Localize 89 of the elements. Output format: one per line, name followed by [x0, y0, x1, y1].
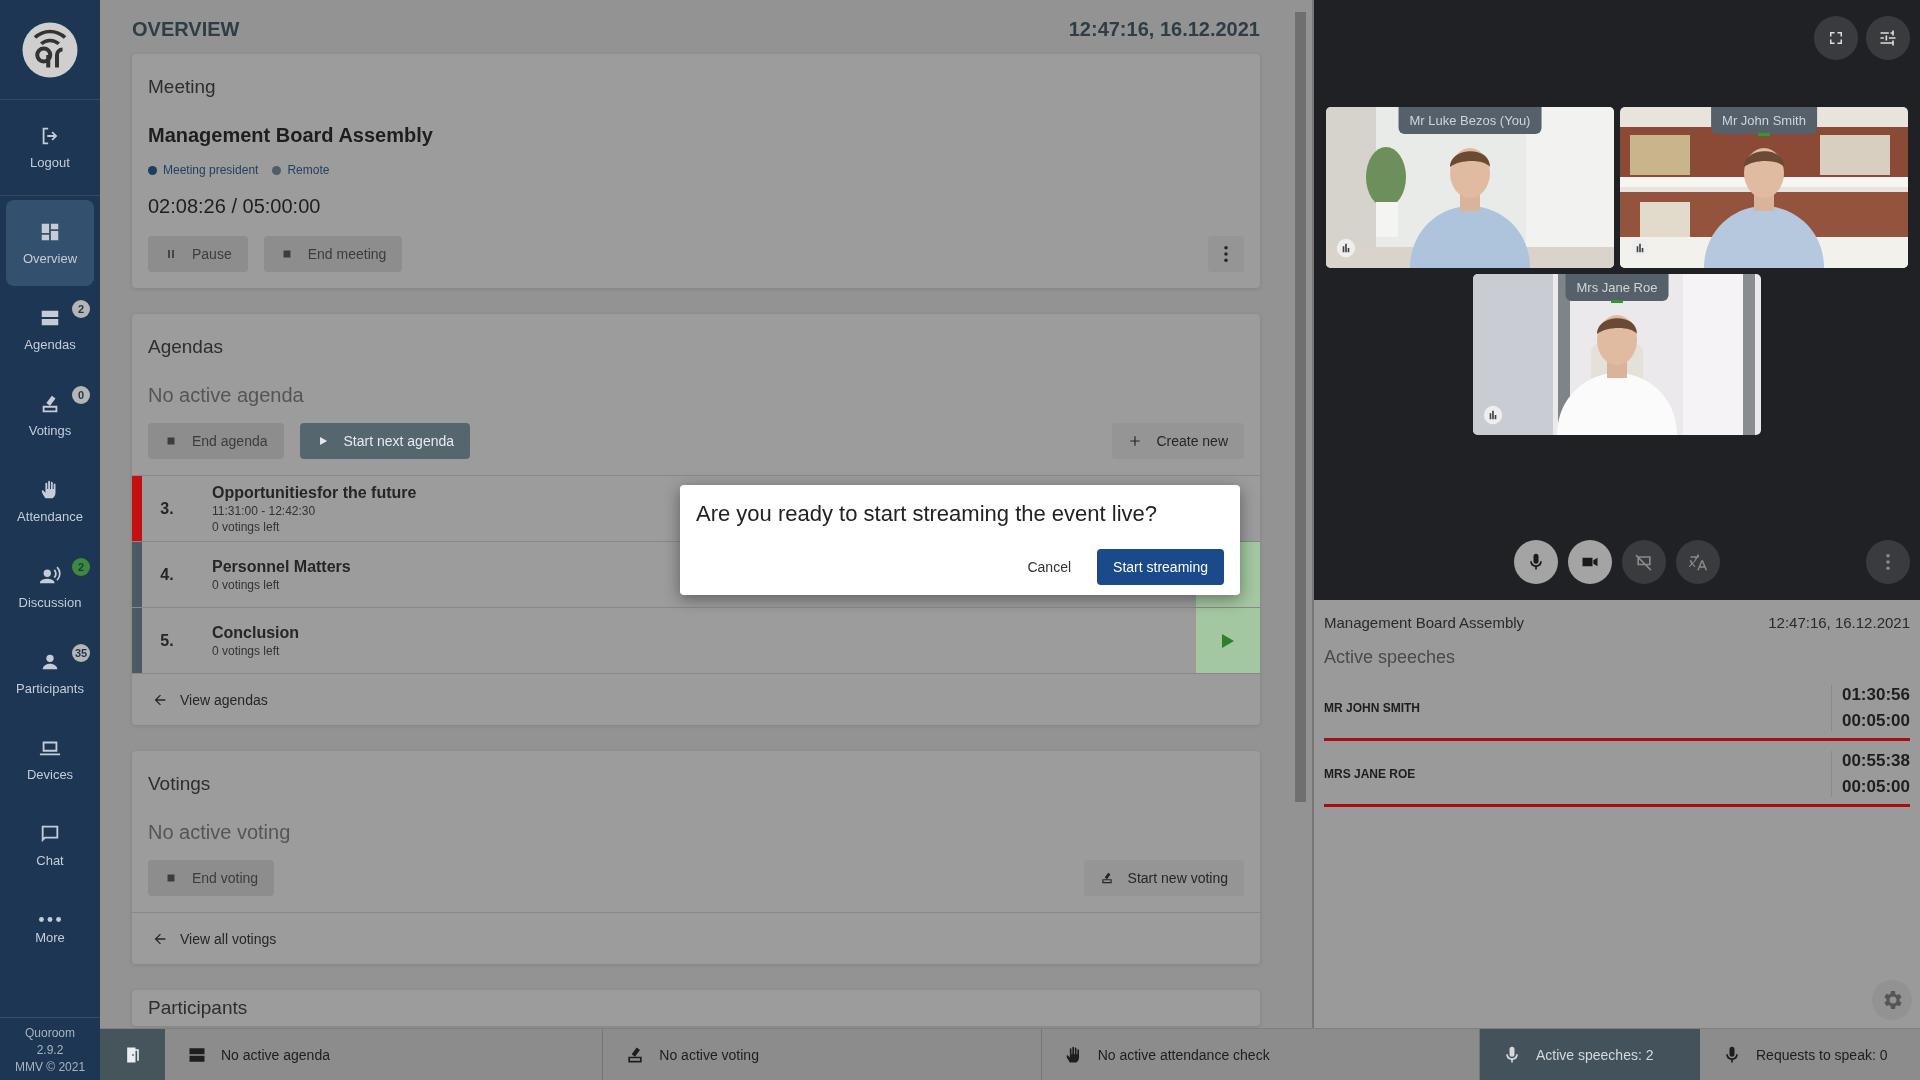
nav-item[interactable]: Discussion 2 — [6, 544, 94, 630]
call-control-button[interactable] — [1514, 540, 1558, 584]
button: End meeting — [263, 236, 403, 272]
card-heading: Meeting — [148, 76, 217, 98]
card-heading: Participants — [148, 997, 249, 1019]
participant-name: Mr Luke Bezos (You) — [1398, 107, 1542, 134]
votings-left: 0 votings left — [212, 577, 280, 592]
section-heading: Active speeches — [1324, 647, 1457, 668]
agenda-row[interactable]: 5. Conclusion 0 votings left — [132, 607, 1260, 673]
date-time: 12:47:16, 16.12.2021 — [1068, 17, 1260, 41]
elapsed-time: 01:30:56 — [1841, 685, 1910, 705]
votings-left: 0 votings left — [212, 519, 280, 534]
card-heading: Votings — [148, 773, 212, 795]
count-badge: 2 — [72, 300, 90, 318]
call-control-button[interactable] — [1676, 540, 1720, 584]
screen-share-off-icon — [1634, 552, 1654, 572]
more-icon — [1224, 246, 1228, 262]
ballot-icon — [1099, 871, 1114, 885]
button: End voting — [148, 860, 275, 896]
exit-button[interactable] — [100, 1029, 165, 1080]
status-item[interactable]: No active agenda — [165, 1029, 604, 1080]
call-control-button[interactable] — [1568, 540, 1612, 584]
button[interactable]: Create new — [1112, 423, 1244, 459]
status-text: No active voting — [148, 821, 292, 844]
role-label: Remote — [287, 163, 330, 177]
nav-item[interactable]: Overview — [6, 200, 94, 286]
meeting-timer: 02:08:26 / 05:00:00 — [148, 195, 322, 218]
version-text: Quoroom — [25, 1026, 75, 1040]
agenda-time: 11:31:00 - 12:42:30 — [212, 503, 316, 518]
play-icon — [1222, 633, 1234, 648]
speaker-name: MR JOHN SMITH — [1324, 701, 1421, 715]
nav-item[interactable]: Attendance — [6, 458, 94, 544]
fullscreen-button[interactable] — [1814, 16, 1858, 60]
time-limit: 00:05:00 — [1841, 777, 1910, 797]
status-item[interactable]: Active speeches: 2 — [1480, 1029, 1700, 1080]
count-badge: 2 — [72, 558, 90, 576]
version-text: 2.9.2 — [36, 1043, 64, 1057]
agenda-title: Personnel Matters — [212, 557, 351, 576]
nav-item[interactable]: Devices — [6, 716, 94, 802]
meeting-name: Management Board Assembly — [148, 124, 434, 147]
fullscreen-icon — [1827, 29, 1845, 47]
nav-item[interactable]: Participants 35 — [6, 630, 94, 716]
participant-name: Mr John Smith — [1711, 107, 1817, 134]
time-limit: 00:05:00 — [1841, 711, 1910, 731]
participant-name: Mrs Jane Roe — [1565, 274, 1669, 301]
view-agendas-link[interactable]: View agendas — [152, 691, 268, 708]
dialog-message: Are you ready to start streaming the event live? — [696, 501, 1158, 527]
date-time: 12:47:16, 16.12.2021 — [1768, 614, 1910, 631]
status-item[interactable]: No active attendance check — [1041, 1029, 1480, 1080]
audio-level-icon — [1483, 405, 1503, 425]
nav-item[interactable]: More — [6, 888, 94, 974]
more-icon — [1886, 554, 1890, 570]
status-item[interactable]: Requests to speak: 0 — [1700, 1029, 1920, 1080]
plus-icon — [1128, 434, 1143, 448]
settings-button[interactable] — [1866, 16, 1910, 60]
version-text: MMV © 2021 — [14, 1060, 86, 1074]
audio-level-icon — [1336, 238, 1356, 258]
meeting-name: Management Board Assembly — [1324, 614, 1525, 631]
status-text: No active agenda — [148, 384, 305, 407]
more-icon — [39, 917, 61, 922]
view-votings-link[interactable]: View all votings — [152, 930, 277, 947]
votings-left: 0 votings left — [212, 643, 280, 658]
button: End agenda — [148, 423, 284, 459]
speaker-name: MRS JANE ROE — [1324, 767, 1417, 781]
elapsed-time: 00:55:38 — [1841, 751, 1910, 771]
button[interactable]: Start new voting — [1083, 860, 1244, 896]
dialog-button[interactable]: Start streaming — [1097, 549, 1224, 585]
start-agenda-button[interactable] — [1196, 608, 1260, 673]
agenda-number: 5. — [159, 630, 175, 651]
count-badge: 35 — [72, 644, 91, 662]
call-control-button[interactable] — [1622, 540, 1666, 584]
card-heading: Agendas — [148, 336, 224, 358]
button[interactable]: Start next agenda — [299, 423, 471, 459]
count-badge: 0 — [72, 386, 90, 404]
page-title: OVERVIEW — [132, 17, 240, 41]
dialog-button[interactable]: Cancel — [1011, 549, 1088, 585]
agenda-title: Opportunitiesfor the future — [212, 483, 417, 502]
nav-item[interactable]: Votings 0 — [6, 372, 94, 458]
agenda-title: Conclusion — [212, 623, 300, 642]
more-button[interactable] — [1208, 236, 1244, 272]
agenda-number: 4. — [159, 564, 175, 585]
button: Pause — [148, 236, 248, 272]
translate-icon — [1688, 552, 1708, 572]
status-item[interactable]: No active voting — [603, 1029, 1042, 1080]
role-label: Meeting president — [163, 163, 259, 177]
sliders-icon — [1878, 28, 1898, 48]
agenda-number: 3. — [159, 498, 175, 519]
nav-item[interactable]: Chat — [6, 802, 94, 888]
nav-item[interactable]: Agendas 2 — [6, 286, 94, 372]
